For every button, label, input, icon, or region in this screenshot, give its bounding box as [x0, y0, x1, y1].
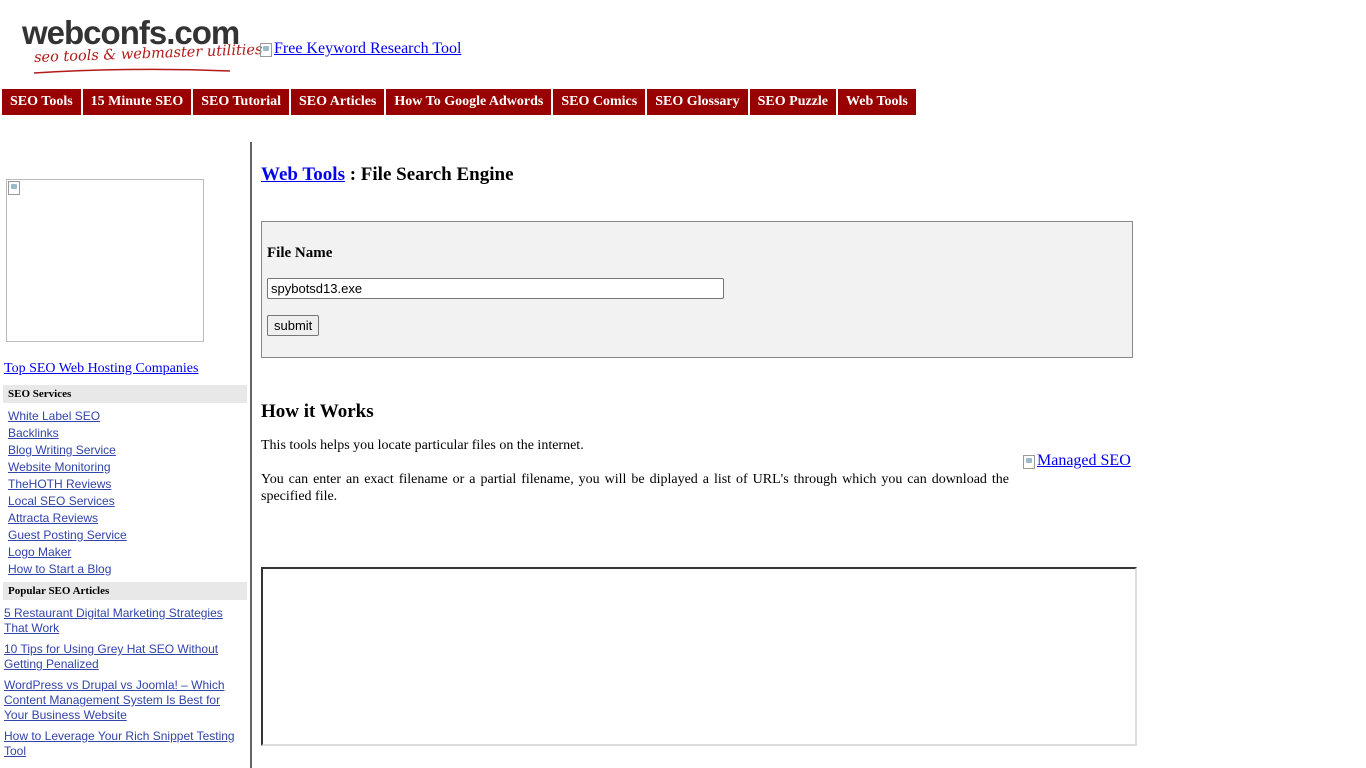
page-title-suffix: : File Search Engine [344, 164, 514, 185]
seo-services-heading: SEO Services [3, 385, 247, 403]
seo-services-list: White Label SEO Backlinks Blog Writing S… [8, 408, 127, 578]
list-item: Logo Maker [8, 544, 127, 561]
list-item: How to Start a Blog [8, 561, 127, 578]
list-item: How to Leverage Your Rich Snippet Testin… [4, 729, 244, 759]
service-link[interactable]: Backlinks [8, 426, 59, 440]
site-logo[interactable]: webconfs.com seo tools & webmaster utili… [22, 14, 263, 76]
list-item: WordPress vs Drupal vs Joomla! – Which C… [4, 678, 244, 723]
article-link[interactable]: How to Leverage Your Rich Snippet Testin… [4, 729, 235, 758]
service-link[interactable]: TheHOTH Reviews [8, 477, 111, 491]
file-name-label: File Name [267, 245, 333, 261]
file-name-input[interactable] [267, 278, 724, 299]
sidebar-ad-image[interactable] [6, 179, 204, 342]
list-item: Backlinks [8, 425, 127, 442]
banner-alt-text: Free Keyword Research Tool [274, 40, 462, 57]
article-link[interactable]: 10 Tips for Using Grey Hat SEO Without G… [4, 642, 218, 671]
file-search-form: File Name submit [261, 221, 1133, 358]
service-link[interactable]: Guest Posting Service [8, 528, 127, 542]
nav-web-tools[interactable]: Web Tools [838, 89, 916, 115]
nav-seo-glossary[interactable]: SEO Glossary [647, 89, 748, 115]
nav-seo-tools[interactable]: SEO Tools [2, 89, 81, 115]
how-it-works-text-2: You can enter an exact filename or a par… [261, 472, 1009, 504]
popular-articles-heading: Popular SEO Articles [3, 582, 247, 600]
list-item: Website Monitoring [8, 459, 127, 476]
broken-image-icon [1023, 455, 1035, 469]
service-link[interactable]: Blog Writing Service [8, 443, 116, 457]
top-navigation: SEO Tools 15 Minute SEO SEO Tutorial SEO… [2, 89, 916, 115]
list-item: TheHOTH Reviews [8, 476, 127, 493]
results-frame[interactable] [261, 567, 1137, 746]
article-link[interactable]: WordPress vs Drupal vs Joomla! – Which C… [4, 678, 225, 722]
list-item: Attracta Reviews [8, 510, 127, 527]
service-link[interactable]: White Label SEO [8, 409, 100, 423]
top-seo-hosting-link[interactable]: Top SEO Web Hosting Companies [4, 361, 198, 377]
submit-button[interactable]: submit [267, 315, 320, 336]
managed-seo-banner[interactable]: Managed SEO [1023, 452, 1131, 470]
nav-15-minute-seo[interactable]: 15 Minute SEO [82, 89, 192, 115]
list-item: 10 Tips for Using Grey Hat SEO Without G… [4, 642, 244, 672]
site-header: webconfs.com seo tools & webmaster utili… [0, 0, 1366, 88]
sidebar: Top SEO Web Hosting Companies SEO Servic… [0, 142, 252, 768]
breadcrumb-web-tools-link[interactable]: Web Tools [261, 164, 345, 185]
service-link[interactable]: How to Start a Blog [8, 562, 111, 576]
nav-seo-comics[interactable]: SEO Comics [553, 89, 646, 115]
managed-seo-alt-text: Managed SEO [1037, 452, 1131, 469]
page-title: Web Tools : File Search Engine [261, 164, 514, 186]
list-item: White Label SEO [8, 408, 127, 425]
service-link[interactable]: Website Monitoring [8, 460, 111, 474]
article-link[interactable]: 5 Restaurant Digital Marketing Strategie… [4, 606, 223, 635]
list-item: Guest Posting Service [8, 527, 127, 544]
list-item: Blog Writing Service [8, 442, 127, 459]
nav-seo-tutorial[interactable]: SEO Tutorial [193, 89, 289, 115]
nav-seo-articles[interactable]: SEO Articles [291, 89, 385, 115]
broken-image-icon [260, 43, 272, 57]
popular-articles-list: 5 Restaurant Digital Marketing Strategie… [4, 606, 244, 765]
nav-google-adwords[interactable]: How To Google Adwords [386, 89, 552, 115]
nav-seo-puzzle[interactable]: SEO Puzzle [749, 89, 837, 115]
logo-swoosh-icon [33, 68, 231, 74]
how-it-works-text-1: This tools helps you locate particular f… [261, 438, 584, 453]
keyword-research-banner[interactable]: Free Keyword Research Tool [260, 40, 461, 58]
list-item: 5 Restaurant Digital Marketing Strategie… [4, 606, 244, 636]
service-link[interactable]: Local SEO Services [8, 494, 115, 508]
service-link[interactable]: Logo Maker [8, 545, 71, 559]
service-link[interactable]: Attracta Reviews [8, 511, 98, 525]
how-it-works-heading: How it Works [261, 401, 374, 422]
broken-image-icon [8, 181, 20, 195]
list-item: Local SEO Services [8, 493, 127, 510]
